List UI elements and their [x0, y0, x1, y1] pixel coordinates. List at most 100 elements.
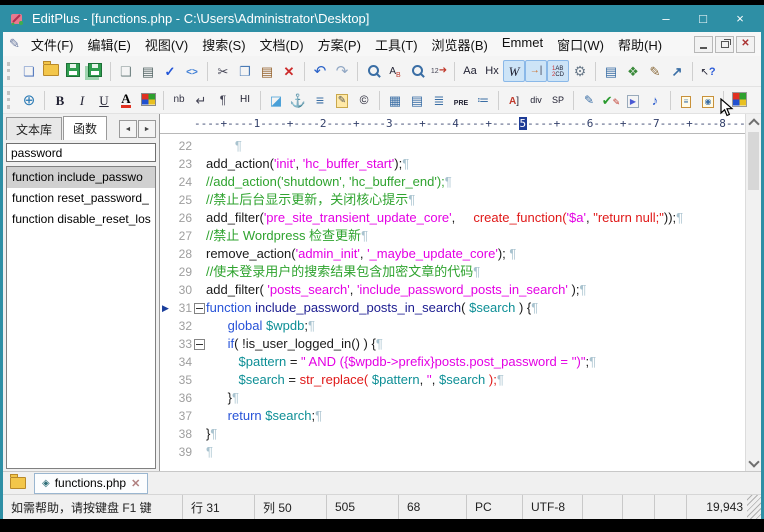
- copyright-symbol-button[interactable]: ©: [353, 89, 375, 111]
- code-line-23[interactable]: 23add_action('init', 'hc_buffer_start');…: [160, 155, 745, 173]
- insert-table-button[interactable]: ▦: [384, 89, 406, 111]
- save-all-button[interactable]: [84, 60, 106, 82]
- undo-button[interactable]: ↶: [309, 60, 331, 82]
- code-line-28[interactable]: 28remove_action('admin_init', '_maybe_up…: [160, 245, 745, 263]
- insert-movie-button[interactable]: ▶: [622, 89, 644, 111]
- code-text[interactable]: add_filter( 'posts_search', 'include_pas…: [206, 281, 586, 299]
- code-text[interactable]: remove_action('admin_init', '_maybe_upda…: [206, 245, 516, 263]
- code-line-25[interactable]: 25//禁止后台显示更新，关闭核心提示¶: [160, 191, 745, 209]
- code-text[interactable]: //禁止 Wordpress 检查更新¶: [206, 227, 368, 245]
- title-bar[interactable]: EditPlus - [functions.php - C:\Users\Adm…: [3, 5, 761, 32]
- code-line-35[interactable]: 35 $search = str_replace( $pattern, '', …: [160, 371, 745, 389]
- code-line-26[interactable]: 26add_filter('pre_site_transient_update_…: [160, 209, 745, 227]
- underline-button[interactable]: U: [93, 89, 115, 111]
- bold-button[interactable]: B: [49, 89, 71, 111]
- tab-cliptext[interactable]: 文本库: [6, 117, 62, 140]
- tab-close-icon[interactable]: ✕: [131, 477, 140, 490]
- heading-tag-button[interactable]: HI: [234, 89, 256, 111]
- directory-window-button[interactable]: [8, 475, 28, 491]
- delete-button[interactable]: ✕: [278, 60, 300, 82]
- mdi-minimize-button[interactable]: [694, 36, 713, 53]
- code-text[interactable]: if( !is_user_logged_in() ) {¶: [206, 335, 383, 353]
- span-tag-button[interactable]: SP: [547, 89, 569, 111]
- open-file-button[interactable]: [40, 60, 62, 82]
- code-line-34[interactable]: 34 $pattern = " AND ({$wpdb->prefix}post…: [160, 353, 745, 371]
- function-list-item[interactable]: function include_passwo: [7, 167, 155, 188]
- insert-textarea-button[interactable]: ✎: [331, 89, 353, 111]
- code-text[interactable]: add_filter('pre_site_transient_update_co…: [206, 209, 683, 227]
- document-tab-functions-php[interactable]: ◈ functions.php ✕: [34, 473, 148, 494]
- italic-button[interactable]: I: [71, 89, 93, 111]
- menu-item-t[interactable]: 工具(T): [368, 33, 425, 56]
- context-help-button[interactable]: ↖?: [697, 60, 719, 82]
- form-radio-button[interactable]: ◉: [697, 89, 719, 111]
- horizontal-rule-button[interactable]: ≡: [309, 89, 331, 111]
- menu-item-d[interactable]: 文档(D): [253, 33, 311, 56]
- redo-button[interactable]: ↷: [331, 60, 353, 82]
- code-text[interactable]: $pattern = " AND ({$wpdb->prefix}posts.p…: [206, 353, 596, 371]
- menu-item-p[interactable]: 方案(P): [311, 33, 368, 56]
- code-text[interactable]: $search = str_replace( $pattern, '', $se…: [206, 371, 504, 389]
- font-color-button[interactable]: A: [115, 89, 137, 111]
- file-manager-window-button[interactable]: ❖: [622, 60, 644, 82]
- function-search-input[interactable]: [6, 143, 156, 162]
- insert-list-button[interactable]: ≔: [472, 89, 494, 111]
- code-line-32[interactable]: 32 global $wpdb;¶: [160, 317, 745, 335]
- code-text[interactable]: }¶: [206, 425, 217, 443]
- script-check-button[interactable]: ✔✎: [600, 89, 622, 111]
- code-line-22[interactable]: 22 ¶: [160, 137, 745, 155]
- code-line-30[interactable]: 30add_filter( 'posts_search', 'include_p…: [160, 281, 745, 299]
- anchor-a-tag-button[interactable]: A]: [503, 89, 525, 111]
- code-text[interactable]: }¶: [206, 389, 239, 407]
- find-in-files-button[interactable]: [406, 60, 428, 82]
- code-line-39[interactable]: 39¶: [160, 443, 745, 461]
- code-text[interactable]: ¶: [206, 137, 242, 155]
- function-list-item[interactable]: function disable_reset_los: [7, 209, 155, 230]
- code-line-37[interactable]: 37 return $search;¶: [160, 407, 745, 425]
- code-line-31[interactable]: ▶31function include_password_posts_in_se…: [160, 299, 745, 317]
- form-listbox-button[interactable]: ≡: [675, 89, 697, 111]
- menu-item-f[interactable]: 文件(F): [24, 33, 81, 56]
- code-text[interactable]: ¶: [206, 443, 213, 461]
- preferences-button[interactable]: ⚙: [569, 60, 591, 82]
- toolbar-grip-2[interactable]: [7, 91, 13, 109]
- paragraph-tag-button[interactable]: ¶: [212, 89, 234, 111]
- fold-marker-icon[interactable]: [192, 335, 206, 353]
- toolbar-grip[interactable]: [7, 62, 13, 80]
- new-file-button[interactable]: ❏: [18, 60, 40, 82]
- insert-form-button[interactable]: ✎: [578, 89, 600, 111]
- code-text[interactable]: add_action('init', 'hc_buffer_start');¶: [206, 155, 409, 173]
- align-left-button[interactable]: ▤: [406, 89, 428, 111]
- line-break-button[interactable]: ↵: [190, 89, 212, 111]
- cut-button[interactable]: ✂: [212, 60, 234, 82]
- capitalize-button[interactable]: Aa: [459, 60, 481, 82]
- show-indent-button[interactable]: →|: [525, 60, 547, 82]
- color-palette-button[interactable]: [137, 89, 159, 111]
- menu-item-b[interactable]: 浏览器(B): [425, 33, 495, 56]
- browser-sync-button[interactable]: ↗: [666, 60, 688, 82]
- menu-item-s[interactable]: 搜索(S): [195, 33, 252, 56]
- insert-image-button[interactable]: ◪: [265, 89, 287, 111]
- code-line-36[interactable]: 36 }¶: [160, 389, 745, 407]
- code-text[interactable]: //使未登录用户的搜索结果包含加密文章的代码¶: [206, 263, 480, 281]
- menu-item-emmet[interactable]: Emmet: [495, 33, 550, 56]
- scroll-up-icon[interactable]: [746, 114, 761, 130]
- print-button[interactable]: ▤: [137, 60, 159, 82]
- code-line-27[interactable]: 27//禁止 Wordpress 检查更新¶: [160, 227, 745, 245]
- code-line-33[interactable]: 33 if( !is_user_logged_in() ) {¶: [160, 335, 745, 353]
- code-text[interactable]: function include_password_posts_in_searc…: [206, 299, 538, 317]
- code-line-29[interactable]: 29//使未登录用户的搜索结果包含加密文章的代码¶: [160, 263, 745, 281]
- insert-music-button[interactable]: ♪: [644, 89, 666, 111]
- scrollbar-thumb[interactable]: [748, 132, 759, 190]
- mdi-close-button[interactable]: ✕: [736, 36, 755, 53]
- hex-view-button[interactable]: Hx: [481, 60, 503, 82]
- paste-button[interactable]: ▤: [256, 60, 278, 82]
- find-button[interactable]: [362, 60, 384, 82]
- code-line-38[interactable]: 38}¶: [160, 425, 745, 443]
- custom-colors-button[interactable]: [728, 89, 750, 111]
- vertical-scrollbar[interactable]: [745, 114, 761, 471]
- insert-anchor-button[interactable]: ⚓: [287, 89, 309, 111]
- maximize-button[interactable]: □: [688, 8, 718, 30]
- document-edit-window-button[interactable]: ✎: [644, 60, 666, 82]
- spell-check-button[interactable]: ✓: [159, 60, 181, 82]
